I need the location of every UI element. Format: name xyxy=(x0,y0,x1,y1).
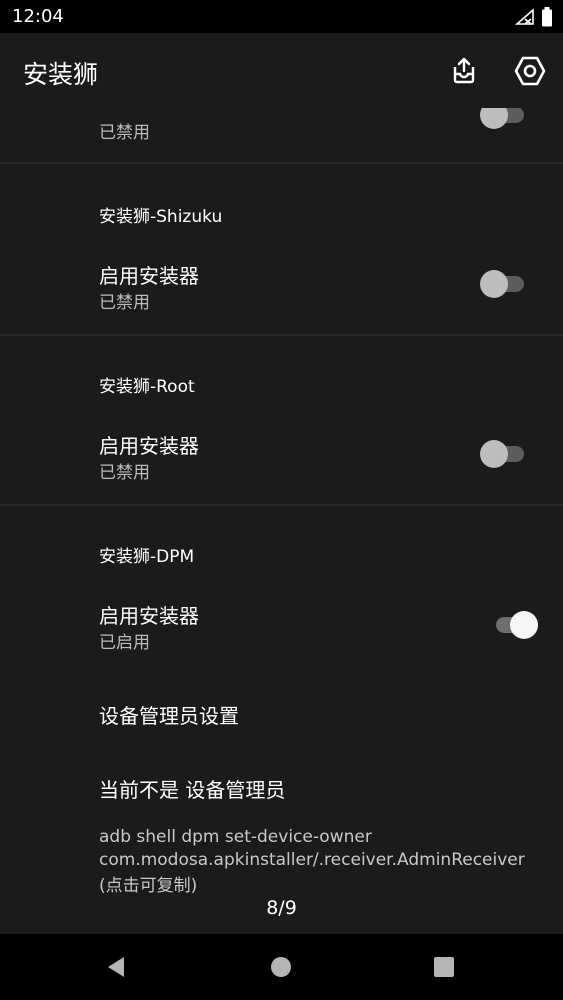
settings-button[interactable] xyxy=(512,53,548,89)
share-button[interactable] xyxy=(446,53,482,89)
status-time: 12:04 xyxy=(12,6,64,27)
home-circle-icon xyxy=(271,957,291,977)
shizuku-enable-switch[interactable] xyxy=(480,270,528,298)
enable-installer-label: 启用安装器 xyxy=(99,264,199,288)
dpm-enable-switch[interactable] xyxy=(492,611,538,639)
partial-item-subtitle: 已禁用 xyxy=(99,123,150,143)
switch-thumb xyxy=(480,108,508,129)
section-title-dpm: 安装狮-DPM xyxy=(99,547,195,567)
enable-installer-status: 已禁用 xyxy=(99,293,150,313)
recents-square-icon xyxy=(434,957,454,977)
switch-thumb xyxy=(480,270,508,298)
switch-thumb xyxy=(510,611,538,639)
divider xyxy=(0,504,563,506)
divider xyxy=(0,334,563,336)
command-line-1: adb shell dpm set-device-owner xyxy=(99,827,372,847)
recents-button[interactable] xyxy=(433,956,455,978)
signal-icon xyxy=(515,8,534,25)
app-title: 安装狮 xyxy=(23,60,99,89)
navigation-bar xyxy=(0,934,563,1000)
battery-icon xyxy=(542,7,552,27)
back-triangle-icon xyxy=(108,957,124,977)
enable-installer-label: 启用安装器 xyxy=(99,604,199,628)
enable-installer-label: 启用安装器 xyxy=(99,434,199,458)
device-admin-status-item[interactable]: 当前不是 设备管理员 xyxy=(99,774,285,803)
partial-item-switch[interactable] xyxy=(480,108,528,129)
settings-hexagon-icon xyxy=(514,56,546,86)
home-button[interactable] xyxy=(270,956,292,978)
command-line-2: com.modosa.apkinstaller/.receiver.AdminR… xyxy=(99,850,525,870)
settings-list[interactable]: 已禁用 安装狮-Shizuku 启用安装器 已禁用 安装狮-Root 启用安装器… xyxy=(0,108,563,934)
device-admin-settings-item[interactable]: 设备管理员设置 xyxy=(99,700,239,729)
share-tray-icon xyxy=(453,57,475,84)
page-indicator: 8/9 xyxy=(266,897,297,919)
copy-hint: (点击可复制) xyxy=(99,876,198,896)
enable-installer-status: 已启用 xyxy=(99,633,150,653)
section-title-root: 安装狮-Root xyxy=(99,377,195,397)
root-enable-switch[interactable] xyxy=(480,440,528,468)
switch-thumb xyxy=(480,440,508,468)
app-bar: 安装狮 xyxy=(0,33,563,108)
status-bar: 12:04 xyxy=(0,0,563,33)
enable-installer-status: 已禁用 xyxy=(99,463,150,483)
divider xyxy=(0,162,563,164)
back-button[interactable] xyxy=(104,954,130,980)
section-title-shizuku: 安装狮-Shizuku xyxy=(99,207,223,227)
